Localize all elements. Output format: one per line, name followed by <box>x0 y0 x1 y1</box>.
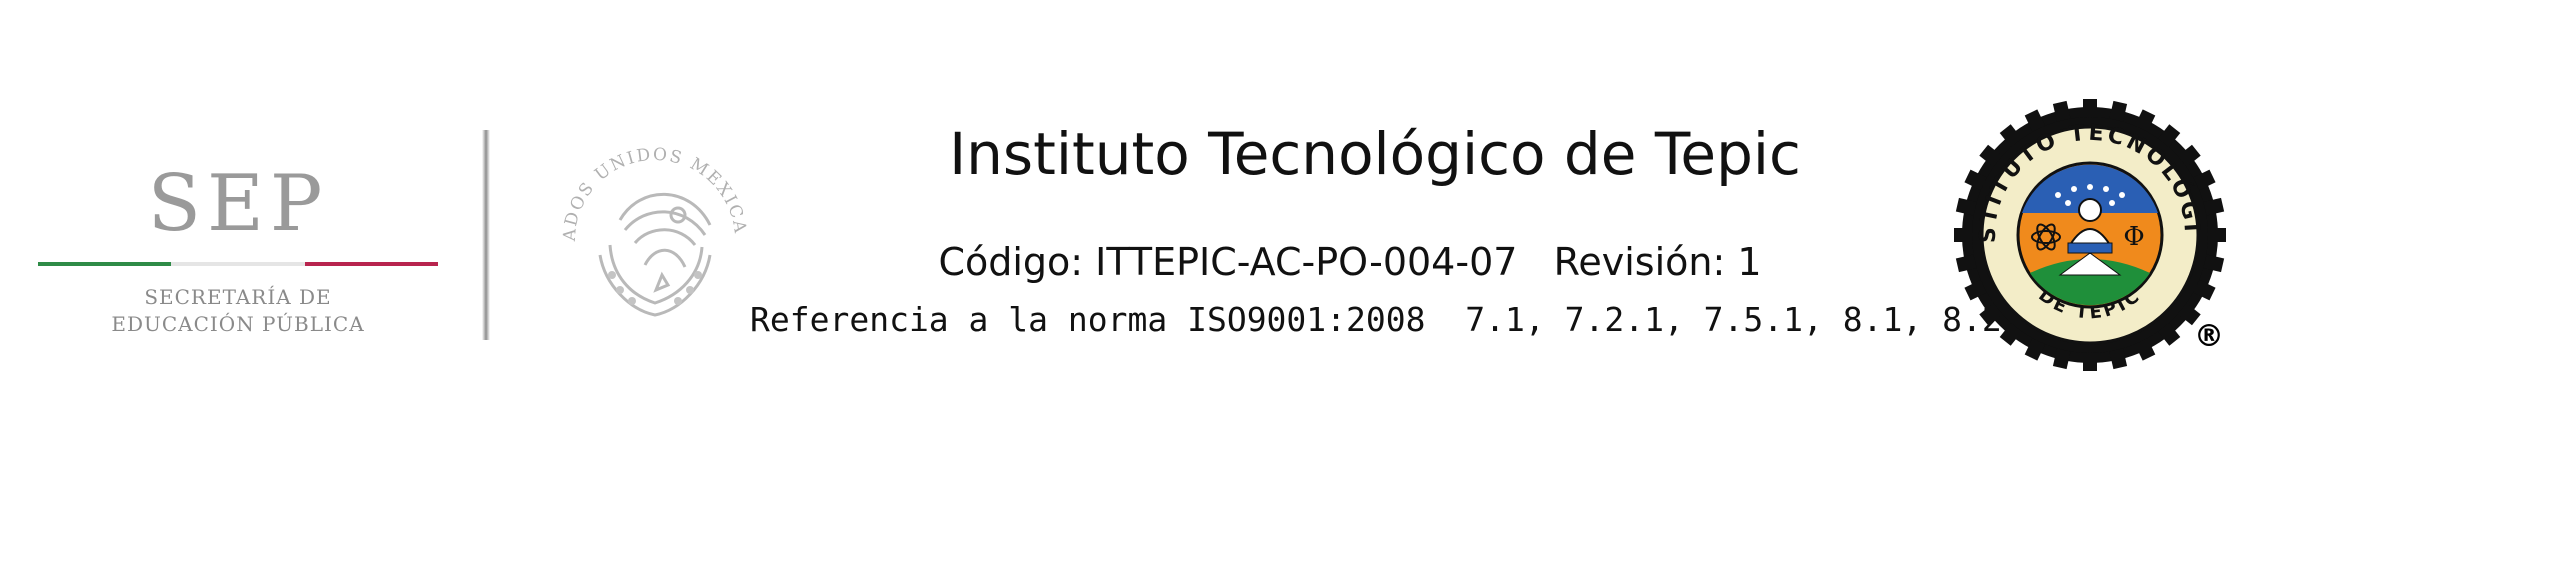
iso-reference-line: Referencia a la norma ISO9001:2008 7.1, … <box>750 300 2041 339</box>
instituto-tecnologico-gear-seal-icon: INSTITUTO TECNOLÓGICO DE TEPIC Φ <box>1939 76 2230 375</box>
gear-tooth <box>2083 99 2097 119</box>
institution-name: Instituto Tecnológico de Tepic <box>949 120 1801 188</box>
sep-logo-title: SEP <box>147 159 329 249</box>
sep-logo-subtitle-2: EDUCACIÓN PÚBLICA <box>111 312 365 336</box>
gear-tooth <box>1954 228 1974 242</box>
logo-divider <box>482 130 490 340</box>
document-code-line: Código: ITTEPIC-AC-PO-004-07 Revisión: 1 <box>700 240 2000 284</box>
sep-logo-subtitle-1: SECRETARÍA DE <box>144 285 332 309</box>
svg-text:Φ: Φ <box>2123 222 2144 252</box>
sep-tricolor-line <box>38 262 438 266</box>
sep-logo: SEP SECRETARÍA DE EDUCACIÓN PÚBLICA <box>38 165 438 345</box>
document-revision: Revisión: 1 <box>1553 240 1762 284</box>
gear-tooth <box>2083 351 2097 371</box>
registered-mark: ® <box>2194 319 2224 354</box>
document-code: Código: ITTEPIC-AC-PO-004-07 <box>938 240 1518 284</box>
gear-tooth <box>2206 228 2226 242</box>
iso-reference-label: Referencia a la norma ISO9001:2008 <box>750 300 1426 339</box>
